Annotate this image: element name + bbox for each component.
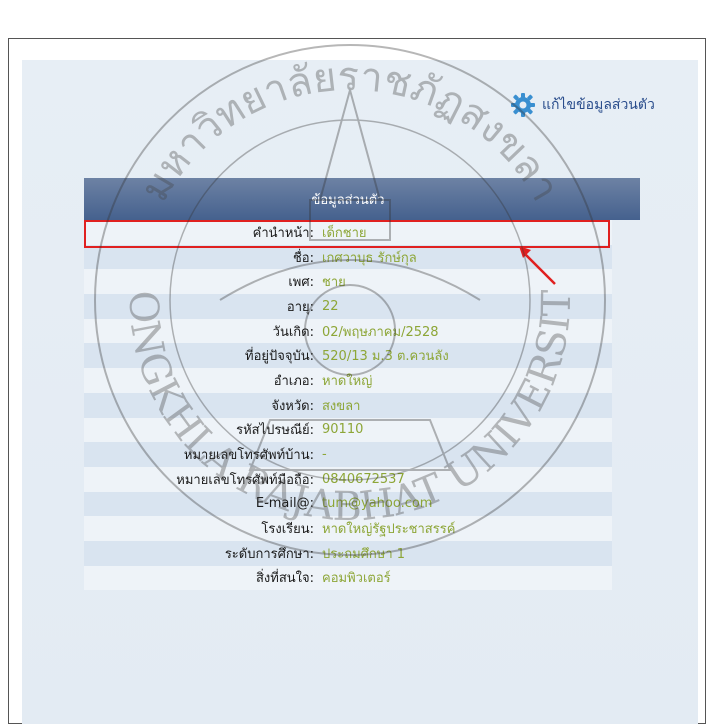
field-value: tum@yahoo.com: [322, 496, 433, 512]
field-label: ระดับการศึกษา:: [224, 546, 314, 562]
field-value: 22: [322, 298, 339, 314]
field-label: จังหวัด:: [271, 398, 314, 414]
field-value: เกศวาบุธ รักษ์กุล: [322, 250, 417, 266]
field-value: -: [322, 447, 327, 463]
field-value: 0840672537: [322, 471, 405, 487]
field-value: 520/13 ม.3 ต.ควนลัง: [322, 349, 449, 365]
field-value: สงขลา: [322, 398, 361, 414]
pointer-arrow-icon: [519, 246, 556, 285]
table-row: จังหวัด: สงขลา: [84, 392, 612, 418]
field-label: หมายเลขโทรศัพท์บ้าน:: [183, 448, 314, 464]
table-row: อายุ: 22: [84, 294, 612, 319]
table-row: รหัสไปรษณีย์: 90110: [84, 417, 612, 443]
field-label: เพศ:: [288, 275, 314, 291]
table-row: E-mail@: tum@yahoo.com: [84, 491, 612, 517]
field-value: หาดใหญ่รัฐประชาสรรค์: [322, 522, 456, 538]
table-row: ระดับการศึกษา: ประถมศึกษา 1: [84, 540, 612, 566]
table-row: วันเกิด: 02/พฤษภาคม/2528: [84, 318, 612, 344]
field-value: 02/พฤษภาคม/2528: [322, 324, 439, 340]
field-label: คำนำหน้า:: [252, 225, 314, 241]
field-label: ที่อยู่ปัจจุบัน:: [245, 349, 314, 365]
edit-profile-label: แก้ไขข้อมูลส่วนตัว: [542, 97, 655, 113]
table-title: ข้อมูลส่วนตัว: [84, 178, 640, 220]
field-label: วันเกิด:: [272, 324, 314, 340]
table-row: โรงเรียน: หาดใหญ่รัฐประชาสรรค์: [84, 516, 612, 541]
table-row: อำเภอ: หาดใหญ่: [84, 368, 612, 393]
field-value: ชาย: [322, 275, 346, 291]
table-row: ที่อยู่ปัจจุบัน: 520/13 ม.3 ต.ควนลัง: [84, 343, 612, 369]
field-label: ชื่อ:: [292, 250, 314, 266]
field-label: อายุ:: [286, 299, 314, 315]
field-value: หาดใหญ่: [322, 373, 373, 389]
field-label: E-mail@:: [255, 496, 314, 512]
field-label: สิ่งที่สนใจ:: [255, 571, 314, 587]
profile-table: ข้อมูลส่วนตัว คำนำหน้า: เด็กชายชื่อ: เกศวา…: [84, 178, 640, 591]
table-row: หมายเลขโทรศัพท์บ้าน: -: [84, 442, 612, 467]
table-row: สิ่งที่สนใจ: คอมพิวเตอร์: [84, 565, 612, 591]
edit-profile-link[interactable]: แก้ไขข้อมูลส่วนตัว: [510, 92, 655, 118]
field-label: อำเภอ:: [273, 373, 314, 389]
field-value: 90110: [322, 422, 364, 438]
field-value: คอมพิวเตอร์: [322, 571, 391, 587]
field-value: ประถมศึกษา 1: [322, 546, 406, 562]
table-row: หมายเลขโทรศัพท์มือถือ: 0840672537: [84, 466, 612, 492]
field-value: เด็กชาย: [322, 225, 367, 241]
field-label: โรงเรียน:: [261, 522, 314, 538]
field-label: รหัสไปรษณีย์:: [236, 423, 314, 439]
gear-icon: [511, 93, 535, 117]
field-label: หมายเลขโทรศัพท์มือถือ:: [176, 472, 314, 488]
table-row: คำนำหน้า: เด็กชาย: [84, 220, 612, 245]
